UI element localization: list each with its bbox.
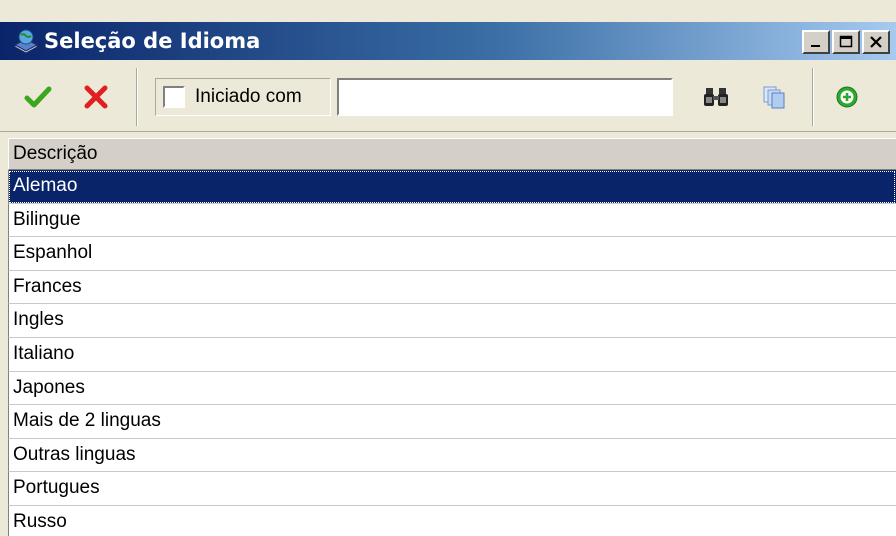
table-row[interactable]: Japones: [8, 371, 896, 406]
add-button[interactable]: [829, 79, 865, 115]
table-row[interactable]: Mais de 2 linguas: [8, 405, 896, 439]
confirm-button[interactable]: [20, 79, 56, 115]
table-row[interactable]: Ingles: [8, 304, 896, 338]
starts-with-label: Iniciado com: [195, 86, 302, 107]
x-icon: [84, 85, 108, 109]
table-row[interactable]: Alemao: [8, 170, 896, 204]
grid-body: Alemao Bilingue Espanhol Frances Ingles …: [8, 170, 896, 536]
close-button[interactable]: [862, 30, 890, 54]
table-row[interactable]: Espanhol: [8, 237, 896, 271]
background-window-strip: [0, 0, 896, 23]
toolbar: Iniciado com: [0, 60, 896, 132]
copy-button[interactable]: [756, 79, 792, 115]
search-input[interactable]: [337, 78, 673, 116]
book-globe-icon: [13, 29, 39, 54]
starts-with-checkbox[interactable]: [163, 86, 185, 108]
cancel-button[interactable]: [78, 79, 114, 115]
minimize-button[interactable]: [802, 30, 830, 54]
add-circle-icon: [836, 86, 858, 108]
minimize-icon: [811, 45, 820, 47]
toolbar-separator: [136, 68, 138, 126]
toolbar-separator: [812, 68, 814, 126]
copy-pages-icon: [763, 86, 785, 109]
maximize-button[interactable]: [832, 30, 860, 54]
find-button[interactable]: [698, 79, 734, 115]
check-icon: [24, 86, 52, 108]
binoculars-icon: [704, 88, 728, 106]
table-row[interactable]: Bilingue: [8, 203, 896, 238]
column-header-descricao[interactable]: Descrição: [8, 138, 896, 170]
table-row[interactable]: Russo: [8, 505, 896, 536]
title-bar[interactable]: Seleção de Idioma: [0, 22, 896, 60]
table-row[interactable]: Portugues: [8, 472, 896, 506]
starts-with-filter[interactable]: Iniciado com: [155, 78, 331, 116]
table-row[interactable]: Outras linguas: [8, 438, 896, 473]
window-controls: [802, 30, 890, 54]
close-icon: [870, 36, 882, 48]
table-row[interactable]: Frances: [8, 270, 896, 305]
maximize-icon: [839, 35, 853, 48]
table-row[interactable]: Italiano: [8, 337, 896, 372]
language-grid: Descrição Alemao Bilingue Espanhol Franc…: [8, 138, 896, 536]
window-title: Seleção de Idioma: [44, 29, 261, 53]
